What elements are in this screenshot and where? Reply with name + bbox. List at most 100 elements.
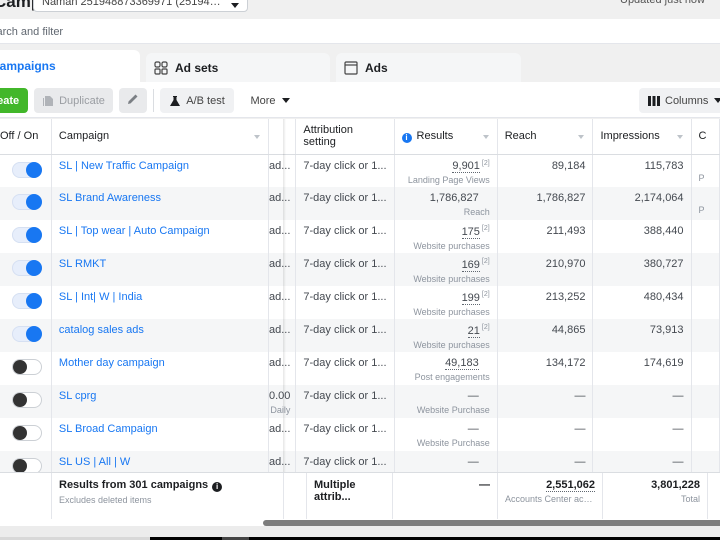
campaign-name-link[interactable]: SL | Int| W | India [59, 291, 142, 303]
column-header-toggle: Off / On [0, 119, 52, 155]
cell-budget: ad... [268, 154, 297, 187]
budget-value: ad... [269, 357, 291, 369]
impressions-value: 174,619 [643, 357, 684, 369]
cell-results: 199 [2] Website purchases [394, 286, 498, 319]
sort-icon[interactable] [253, 135, 260, 139]
cell-budget: ad... [268, 286, 297, 319]
campaign-toggle[interactable] [12, 227, 42, 243]
budget-value: ad... [269, 291, 291, 303]
campaign-name-link[interactable]: Mother day campaign [59, 357, 165, 369]
level-tabs: Campaigns Ad sets Ads [0, 50, 720, 82]
toolbar: Create Duplicate A/B test More Columns [0, 82, 720, 118]
cell-toggle [0, 385, 52, 418]
cell-toggle [0, 319, 52, 352]
campaign-toggle[interactable] [12, 359, 42, 375]
cell-campaign: catalog sales ads [51, 319, 269, 352]
cell-campaign: SL cprg [51, 385, 269, 418]
info-icon[interactable]: i [401, 132, 412, 143]
result-value: 175 [461, 225, 480, 239]
result-type: Landing Page Views [407, 175, 490, 186]
sort-icon[interactable] [482, 135, 489, 139]
column-header-reach[interactable]: Reach [497, 119, 594, 155]
column-header-campaign-label: Campaign [58, 130, 110, 143]
result-type: Website Purchase [416, 405, 490, 415]
campaign-toggle[interactable] [12, 161, 42, 178]
campaign-toggle[interactable] [12, 425, 42, 441]
cell-attribution: 7-day click or 1... [295, 220, 395, 253]
campaign-name-link[interactable]: SL US | All | W [59, 456, 130, 468]
campaign-name-link[interactable]: SL | New Traffic Campaign [59, 160, 189, 172]
summary-row: Results from 301 campaigns i Excludes del… [0, 472, 720, 519]
impressions-value: 480,434 [643, 291, 684, 303]
column-header-results[interactable]: i Results [394, 119, 498, 155]
cell-results: — Website Purchase [394, 418, 498, 451]
duplicate-button[interactable]: Duplicate [34, 88, 113, 113]
impressions-value: 115,783 [644, 159, 684, 172]
cell-impressions: 73,913 [592, 319, 692, 352]
cell-budget: ad... [268, 352, 297, 385]
cell-toggle [0, 187, 52, 220]
result-footnote: [2] [481, 258, 490, 265]
campaign-toggle[interactable] [12, 326, 42, 342]
edit-button[interactable] [119, 88, 147, 113]
cell-reach: 211,493 [497, 220, 594, 253]
result-type: Reach [463, 207, 490, 217]
budget-value: 0.00 [268, 390, 291, 402]
column-header-next[interactable]: C [691, 119, 720, 155]
cell-results: — Website Purchase [394, 385, 498, 418]
summary-cell-reach: 2,551,062 Accounts Center acco... [498, 473, 603, 519]
tab-campaigns[interactable]: Campaigns [0, 50, 140, 82]
cell-next [691, 220, 720, 253]
reach-value: 89,184 [551, 159, 586, 172]
search-input[interactable] [0, 19, 703, 44]
cell-attribution: 7-day click or 1... [295, 418, 395, 451]
ad-account-selector[interactable]: Naman 251948873369971 (251948873... [33, 0, 248, 12]
horizontal-scrollbar[interactable] [0, 519, 720, 526]
cell-next [691, 286, 720, 319]
cell-attribution: 7-day click or 1... [295, 154, 395, 187]
column-header-budget[interactable] [268, 119, 297, 155]
more-label: More [250, 94, 276, 107]
result-value: — [467, 456, 479, 468]
budget-value: ad... [269, 225, 291, 237]
columns-button[interactable]: Columns [639, 88, 720, 113]
sort-icon[interactable] [578, 135, 585, 139]
cell-reach: 210,970 [497, 253, 594, 286]
campaign-name-link[interactable]: SL cprg [59, 390, 97, 402]
more-button[interactable]: More [242, 88, 298, 113]
budget-sub: Daily [270, 405, 291, 415]
chevron-down-icon [714, 98, 720, 103]
budget-value: ad... [269, 456, 291, 468]
cell-attribution: 7-day click or 1... [295, 319, 395, 352]
tab-ad-sets[interactable]: Ad sets [146, 53, 330, 82]
cell-impressions: — [592, 385, 692, 418]
column-header-impressions[interactable]: Impressions [592, 119, 692, 155]
ab-test-button[interactable]: A/B test [160, 88, 234, 113]
create-button[interactable]: Create [0, 88, 28, 113]
result-footnote: [2] [481, 324, 490, 331]
create-button-label: Create [0, 94, 20, 107]
column-header-campaign[interactable]: Campaign [51, 119, 269, 155]
sort-icon[interactable] [676, 135, 683, 139]
cell-results: 1,786,827 Reach [394, 187, 498, 220]
table-row: SL | New Traffic Campaign ad... 7-day clic… [0, 154, 720, 187]
campaign-toggle[interactable] [12, 392, 42, 408]
summary-cell-attribution: Multiple attrib... [307, 473, 393, 519]
campaign-toggle[interactable] [12, 260, 42, 276]
campaign-name-link[interactable]: SL Brand Awareness [59, 192, 161, 204]
info-icon[interactable]: i [212, 482, 223, 492]
summary-sublabel: Excludes deleted items [59, 495, 152, 505]
tab-ads[interactable]: Ads [336, 53, 521, 82]
campaign-name-link[interactable]: catalog sales ads [59, 324, 144, 336]
campaign-toggle[interactable] [12, 293, 42, 309]
reach-value: 211,493 [546, 225, 586, 237]
campaign-name-link[interactable]: SL Broad Campaign [59, 423, 158, 435]
result-value: 49,183 [445, 357, 479, 370]
cell-campaign: SL Brand Awareness [51, 187, 269, 220]
column-header-attribution[interactable]: Attribution setting [295, 119, 395, 155]
campaign-toggle[interactable] [12, 194, 42, 210]
campaign-name-link[interactable]: SL RMKT [59, 258, 106, 270]
budget-value: ad... [269, 324, 291, 336]
campaign-name-link[interactable]: SL | Top wear | Auto Campaign [59, 225, 210, 237]
summary-reach: 2,551,062 [546, 479, 595, 492]
